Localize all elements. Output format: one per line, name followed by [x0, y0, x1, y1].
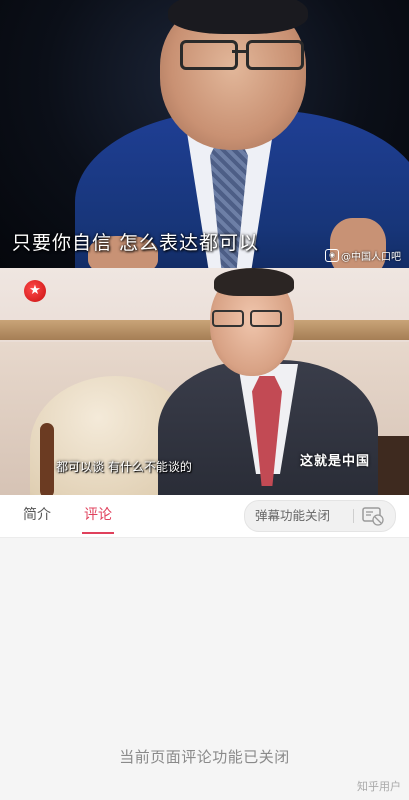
glasses-right: [246, 40, 304, 70]
glasses-bridge: [232, 50, 248, 53]
weibo-icon: ◉: [325, 249, 339, 262]
weibo-watermark-text: @中国人口吧: [341, 252, 401, 263]
guest-hair: [214, 268, 294, 296]
danmaku-toggle-icon[interactable]: [361, 505, 385, 527]
zhihu-watermark: 知乎用户: [357, 780, 401, 793]
comments-closed-notice: 当前页面评论功能已关闭: [119, 748, 290, 766]
weibo-watermark: ◉ @中国人口吧: [325, 248, 401, 263]
danmaku-divider: [353, 509, 354, 523]
tab-comments[interactable]: 评论: [82, 495, 114, 535]
comment-area: 当前页面评论功能已关闭: [0, 538, 409, 800]
dragon-tv-star-icon: ★: [24, 280, 46, 302]
guest-glasses-left: [212, 310, 244, 327]
armchair-wood: [40, 423, 54, 495]
video-caption-top: 只要你自信 怎么表达都可以: [12, 232, 260, 254]
active-tab-underline: [82, 532, 114, 534]
danmaku-input[interactable]: 弹幕功能关闭: [244, 500, 396, 532]
speaker-hair: [168, 0, 308, 34]
wall-rail: [0, 320, 409, 340]
danmaku-status-label: 弹幕功能关闭: [255, 508, 331, 523]
glasses-left: [180, 40, 238, 70]
show-title-logo: 这就是中国: [300, 454, 371, 469]
guest-glasses-right: [250, 310, 282, 327]
video-caption-mid: 都可以谈 有什么不能谈的: [56, 460, 192, 474]
tab-intro[interactable]: 简介: [22, 495, 52, 535]
